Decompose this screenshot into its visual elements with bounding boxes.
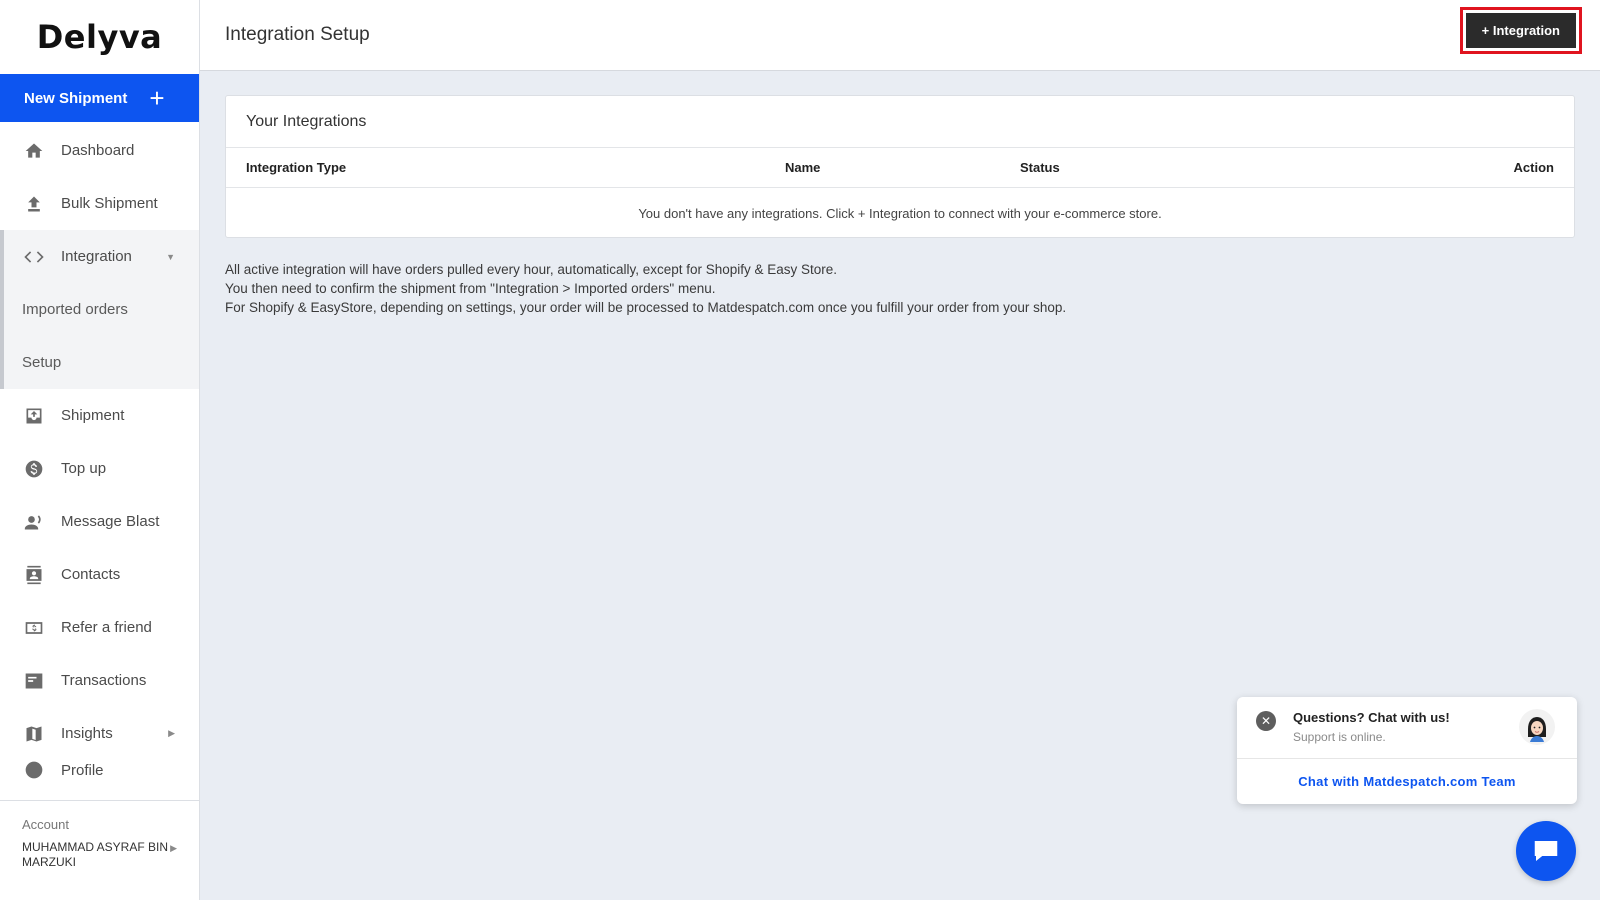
top-header: Integration Setup + Integration	[200, 0, 1600, 71]
sidebar-nav: Dashboard Bulk Shipment Integration ▼ Im…	[0, 124, 199, 780]
chat-question: Questions? Chat with us!	[1293, 710, 1450, 725]
contacts-icon	[23, 564, 45, 586]
sidebar-item-label: Shipment	[61, 407, 125, 424]
note-line: You then need to confirm the shipment fr…	[225, 281, 716, 296]
sidebar-item-label: Bulk Shipment	[61, 195, 158, 212]
sidebar-item-label: Insights	[61, 725, 113, 742]
refer-icon	[23, 617, 45, 639]
dollar-icon	[23, 458, 45, 480]
inbox-icon	[23, 405, 45, 427]
add-integration-button[interactable]: + Integration	[1465, 13, 1576, 48]
chat-bubble-icon	[1534, 841, 1558, 861]
code-icon	[23, 246, 45, 268]
delyva-logo[interactable]: Delyva	[0, 0, 199, 74]
highlight-frame: + Integration	[1459, 7, 1582, 54]
note-line: For Shopify & EasyStore, depending on se…	[225, 300, 1067, 315]
sidebar-item-label: Dashboard	[61, 142, 135, 159]
column-header-name: Name	[785, 160, 821, 175]
sidebar-item-label: Top up	[61, 460, 107, 477]
sidebar-item-message-blast[interactable]: Message Blast	[0, 495, 199, 548]
sidebar-item-label: Integration	[61, 248, 132, 265]
column-header-action: Action	[1513, 160, 1554, 175]
column-header-status: Status	[1020, 160, 1060, 175]
sidebar-item-label: Message Blast	[61, 513, 160, 530]
sidebar-item-profile[interactable]: Profile	[0, 760, 199, 780]
integrations-card: Your Integrations Integration Type Name …	[225, 95, 1575, 238]
integration-notes: All active integration will have orders …	[225, 260, 1066, 317]
card-title: Your Integrations	[226, 96, 1574, 148]
card-icon	[23, 670, 45, 692]
chat-popup: ✕ Questions? Chat with us! Support is on…	[1237, 697, 1577, 804]
sidebar-item-transactions[interactable]: Transactions	[0, 654, 199, 707]
table-header: Integration Type Name Status Action	[226, 148, 1574, 188]
close-icon[interactable]: ✕	[1256, 711, 1276, 731]
sidebar-subitem-imported-orders[interactable]: Imported orders	[4, 283, 199, 336]
sidebar-item-integration[interactable]: Integration ▼	[4, 230, 199, 283]
chevron-down-icon: ▼	[166, 251, 175, 262]
column-header-integration-type: Integration Type	[246, 160, 347, 175]
account-name: MUHAMMAD ASYRAF BIN MARZUKI	[22, 840, 169, 869]
sidebar-item-contacts[interactable]: Contacts	[0, 548, 199, 601]
sidebar-item-label: Contacts	[61, 566, 121, 583]
chevron-right-icon: ▶	[168, 728, 175, 738]
sidebar-item-dashboard[interactable]: Dashboard	[0, 124, 199, 177]
sidebar-subitem-setup[interactable]: Setup	[4, 336, 199, 389]
support-avatar-icon	[1519, 709, 1555, 745]
account-label: Account	[22, 817, 69, 832]
chat-launcher-button[interactable]	[1516, 821, 1576, 881]
chevron-right-icon: ▶	[170, 843, 177, 853]
account-section[interactable]: Account MUHAMMAD ASYRAF BIN MARZUKI ▶	[0, 800, 199, 900]
note-line: All active integration will have orders …	[225, 262, 838, 277]
home-icon	[23, 140, 45, 162]
chat-popup-header: ✕ Questions? Chat with us! Support is on…	[1237, 697, 1577, 759]
sidebar-item-label: Refer a friend	[61, 619, 152, 636]
chat-with-team-link[interactable]: Chat with Matdespatch.com Team	[1237, 759, 1577, 803]
chat-status: Support is online.	[1293, 730, 1386, 744]
broadcast-user-icon	[23, 511, 45, 533]
sidebar-item-label: Transactions	[61, 672, 147, 689]
plus-icon: +	[149, 83, 165, 113]
sidebar-item-refer-a-friend[interactable]: Refer a friend	[0, 601, 199, 654]
sidebar-item-shipment[interactable]: Shipment	[0, 389, 199, 442]
map-icon	[23, 723, 45, 745]
new-shipment-button[interactable]: New Shipment +	[0, 74, 199, 122]
sidebar: Delyva New Shipment + Dashboard Bulk Shi…	[0, 0, 200, 900]
sidebar-item-insights[interactable]: Insights ▶	[0, 707, 199, 760]
sidebar-item-top-up[interactable]: Top up	[0, 442, 199, 495]
upload-icon	[23, 193, 45, 215]
sidebar-item-label: Profile	[61, 761, 104, 779]
page-title: Integration Setup	[225, 24, 370, 45]
integration-group: Integration ▼ Imported orders Setup	[0, 230, 199, 389]
new-shipment-label: New Shipment	[24, 89, 128, 107]
sidebar-item-bulk-shipment[interactable]: Bulk Shipment	[0, 177, 199, 230]
empty-state-message: You don't have any integrations. Click +…	[638, 205, 1162, 221]
user-icon	[23, 760, 45, 780]
